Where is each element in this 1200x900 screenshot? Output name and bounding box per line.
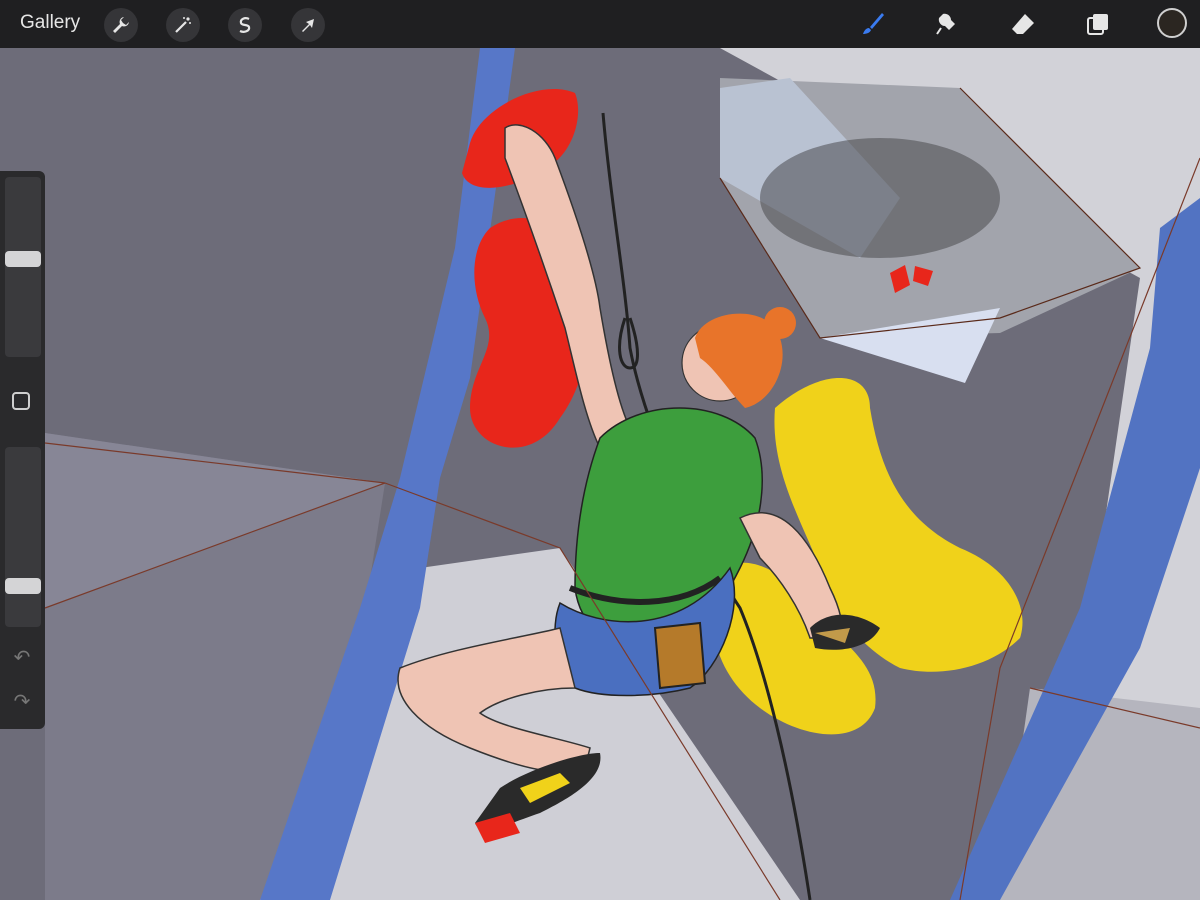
left-sidebar: ↶ ↷: [0, 171, 45, 729]
layers-icon[interactable]: [1079, 6, 1117, 42]
opacity-handle[interactable]: [5, 578, 41, 594]
brush-size-handle[interactable]: [5, 251, 41, 267]
top-toolbar: Gallery: [0, 0, 1200, 48]
transform-arrow-icon[interactable]: [291, 8, 325, 42]
brush-size-slider[interactable]: [5, 177, 41, 357]
opacity-slider[interactable]: [5, 447, 41, 627]
modify-button[interactable]: [12, 392, 30, 410]
eraser-icon[interactable]: [1004, 6, 1042, 42]
gallery-button[interactable]: Gallery: [20, 12, 80, 34]
brush-icon[interactable]: [853, 6, 891, 42]
magic-wand-icon[interactable]: [166, 8, 200, 42]
drawing-canvas[interactable]: [0, 48, 1200, 900]
redo-icon[interactable]: ↷: [10, 689, 34, 713]
wrench-icon[interactable]: [104, 8, 138, 42]
undo-icon[interactable]: ↶: [10, 645, 34, 669]
smudge-icon[interactable]: [928, 6, 966, 42]
selection-icon[interactable]: [228, 8, 262, 42]
color-picker-button[interactable]: [1157, 8, 1187, 38]
